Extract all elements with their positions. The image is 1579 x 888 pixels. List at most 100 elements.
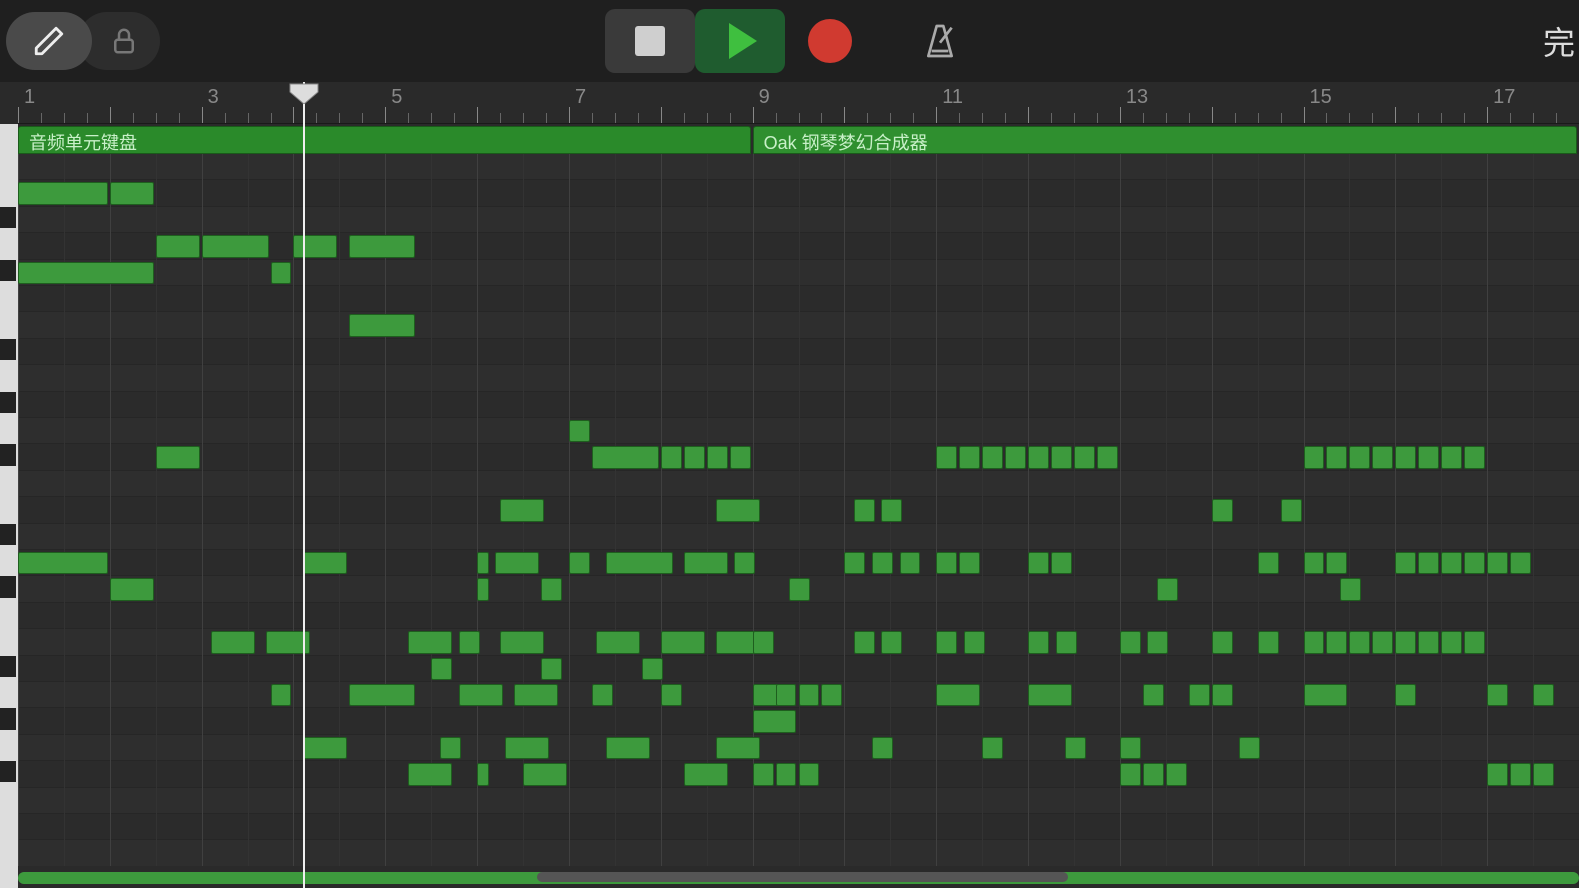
piano-keys-strip[interactable] bbox=[0, 124, 18, 888]
midi-note[interactable] bbox=[459, 684, 503, 706]
midi-note[interactable] bbox=[684, 446, 705, 468]
midi-note[interactable] bbox=[592, 684, 613, 706]
midi-note[interactable] bbox=[1441, 446, 1462, 468]
midi-note[interactable] bbox=[1143, 763, 1164, 785]
timeline-ruler[interactable]: 1357911131517 bbox=[18, 82, 1579, 124]
midi-note[interactable] bbox=[500, 631, 544, 653]
midi-note[interactable] bbox=[1304, 631, 1325, 653]
midi-note[interactable] bbox=[799, 763, 820, 785]
midi-note[interactable] bbox=[110, 578, 154, 600]
midi-note[interactable] bbox=[1418, 631, 1439, 653]
midi-note[interactable] bbox=[982, 446, 1003, 468]
midi-note[interactable] bbox=[1281, 499, 1302, 521]
midi-note[interactable] bbox=[753, 631, 774, 653]
midi-note[interactable] bbox=[642, 658, 663, 680]
midi-note[interactable] bbox=[1395, 446, 1416, 468]
midi-note[interactable] bbox=[514, 684, 558, 706]
midi-note[interactable] bbox=[1258, 552, 1279, 574]
midi-note[interactable] bbox=[854, 499, 875, 521]
midi-note[interactable] bbox=[541, 658, 562, 680]
midi-note[interactable] bbox=[1157, 578, 1178, 600]
midi-note[interactable] bbox=[661, 684, 682, 706]
midi-note[interactable] bbox=[1464, 552, 1485, 574]
midi-note[interactable] bbox=[271, 684, 292, 706]
midi-note[interactable] bbox=[753, 710, 797, 732]
midi-note[interactable] bbox=[1349, 631, 1370, 653]
done-button[interactable]: 完 bbox=[1543, 0, 1579, 82]
piano-roll-grid[interactable] bbox=[18, 154, 1579, 866]
midi-note[interactable] bbox=[1464, 631, 1485, 653]
midi-note[interactable] bbox=[477, 763, 489, 785]
midi-note[interactable] bbox=[1120, 737, 1141, 759]
midi-note[interactable] bbox=[936, 552, 957, 574]
midi-note[interactable] bbox=[1028, 631, 1049, 653]
midi-note[interactable] bbox=[1510, 763, 1531, 785]
midi-note[interactable] bbox=[1441, 631, 1462, 653]
midi-note[interactable] bbox=[684, 763, 728, 785]
midi-note[interactable] bbox=[1028, 552, 1049, 574]
midi-note[interactable] bbox=[202, 235, 269, 257]
midi-note[interactable] bbox=[541, 578, 562, 600]
midi-note[interactable] bbox=[1326, 446, 1347, 468]
midi-note[interactable] bbox=[18, 182, 108, 204]
midi-note[interactable] bbox=[1395, 552, 1416, 574]
stop-button[interactable] bbox=[605, 9, 695, 73]
midi-note[interactable] bbox=[1418, 446, 1439, 468]
midi-note[interactable] bbox=[1533, 684, 1554, 706]
midi-note[interactable] bbox=[523, 763, 567, 785]
midi-note[interactable] bbox=[1005, 446, 1026, 468]
midi-note[interactable] bbox=[1326, 631, 1347, 653]
midi-note[interactable] bbox=[964, 631, 985, 653]
midi-note[interactable] bbox=[1051, 552, 1072, 574]
midi-note[interactable] bbox=[716, 499, 760, 521]
midi-note[interactable] bbox=[1395, 684, 1416, 706]
midi-note[interactable] bbox=[569, 552, 590, 574]
midi-note[interactable] bbox=[1304, 684, 1348, 706]
midi-note[interactable] bbox=[110, 182, 154, 204]
midi-note[interactable] bbox=[776, 763, 797, 785]
midi-note[interactable] bbox=[211, 631, 255, 653]
midi-note[interactable] bbox=[936, 631, 957, 653]
midi-note[interactable] bbox=[1326, 552, 1347, 574]
midi-note[interactable] bbox=[1464, 446, 1485, 468]
midi-note[interactable] bbox=[505, 737, 549, 759]
midi-note[interactable] bbox=[408, 631, 452, 653]
midi-note[interactable] bbox=[1074, 446, 1095, 468]
midi-note[interactable] bbox=[854, 631, 875, 653]
midi-note[interactable] bbox=[156, 235, 200, 257]
midi-note[interactable] bbox=[959, 552, 980, 574]
midi-note[interactable] bbox=[495, 552, 539, 574]
midi-note[interactable] bbox=[349, 684, 416, 706]
midi-note[interactable] bbox=[661, 631, 705, 653]
midi-note[interactable] bbox=[408, 763, 452, 785]
midi-note[interactable] bbox=[1372, 446, 1393, 468]
midi-note[interactable] bbox=[936, 446, 957, 468]
midi-note[interactable] bbox=[1065, 737, 1086, 759]
midi-note[interactable] bbox=[459, 631, 480, 653]
midi-note[interactable] bbox=[440, 737, 461, 759]
record-button[interactable] bbox=[785, 9, 875, 73]
midi-note[interactable] bbox=[707, 446, 728, 468]
midi-note[interactable] bbox=[1418, 552, 1439, 574]
midi-note[interactable] bbox=[881, 499, 902, 521]
horizontal-scroll-thumb[interactable] bbox=[537, 872, 1068, 882]
midi-note[interactable] bbox=[500, 499, 544, 521]
midi-note[interactable] bbox=[1028, 446, 1049, 468]
midi-note[interactable] bbox=[730, 446, 751, 468]
midi-note[interactable] bbox=[661, 446, 682, 468]
midi-note[interactable] bbox=[1166, 763, 1187, 785]
midi-note[interactable] bbox=[734, 552, 755, 574]
region-header[interactable]: Oak 钢琴梦幻合成器 bbox=[753, 126, 1577, 154]
midi-note[interactable] bbox=[881, 631, 902, 653]
midi-note[interactable] bbox=[1441, 552, 1462, 574]
midi-note[interactable] bbox=[303, 552, 347, 574]
midi-note[interactable] bbox=[1487, 684, 1508, 706]
midi-note[interactable] bbox=[18, 262, 154, 284]
midi-note[interactable] bbox=[1340, 578, 1361, 600]
play-button[interactable] bbox=[695, 9, 785, 73]
midi-note[interactable] bbox=[477, 552, 489, 574]
midi-note[interactable] bbox=[789, 578, 810, 600]
midi-note[interactable] bbox=[596, 631, 640, 653]
midi-note[interactable] bbox=[1258, 631, 1279, 653]
midi-note[interactable] bbox=[1372, 631, 1393, 653]
